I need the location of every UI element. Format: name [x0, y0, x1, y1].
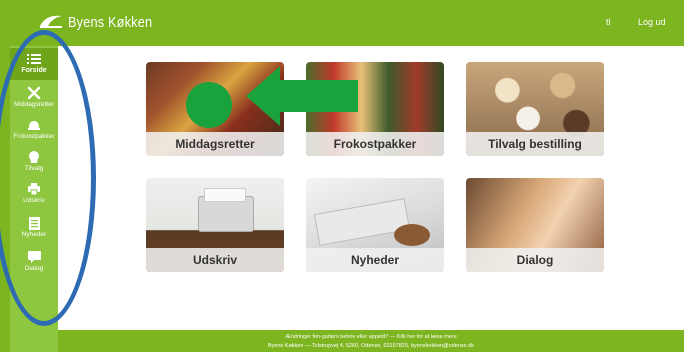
sidebar-item-forside[interactable]: Forside: [10, 48, 58, 80]
tile-tilvalg-bestilling[interactable]: Tilvalg bestilling: [466, 62, 604, 156]
sidebar-item-dialog[interactable]: Dialog: [10, 246, 58, 278]
sidebar-item-nyheder[interactable]: Nyheder: [10, 212, 58, 244]
cutlery-icon: [27, 86, 41, 100]
tile-label: Nyheder: [306, 248, 444, 272]
sidebar-item-label: Middagsretter: [14, 101, 54, 108]
sidebar-item-udskriv[interactable]: Udskriv: [10, 178, 58, 210]
tile-label: Frokostpakker: [306, 132, 444, 156]
tile-dialog[interactable]: Dialog: [466, 178, 604, 272]
chat-icon: [27, 250, 41, 264]
logo-icon: [40, 15, 62, 28]
sidebar: Forside Middagsretter Frokostpakker Tilv…: [10, 46, 58, 352]
sidebar-item-middagsretter[interactable]: Middagsretter: [10, 82, 58, 114]
sidebar-item-label: Frokostpakker: [13, 133, 55, 140]
top-bar: Byens Køkken tl Log ud: [0, 0, 684, 46]
sidebar-item-frokostpakker[interactable]: Frokostpakker: [10, 114, 58, 146]
cupcake-icon: [28, 150, 40, 164]
sidebar-item-tilvalg[interactable]: Tilvalg: [10, 146, 58, 178]
tile-label: Middagsretter: [146, 132, 284, 156]
logout-link[interactable]: Log ud: [638, 17, 666, 27]
footer-address: Byens Køkken — Tolstrupvej 4, 5260, Oden…: [267, 343, 475, 349]
footer: Ændringer fen-gutters behov eller appeti…: [58, 330, 684, 352]
newspaper-icon: [28, 216, 40, 230]
tile-label: Udskriv: [146, 248, 284, 272]
printer-icon: [28, 182, 40, 196]
app-title: Byens Køkken: [68, 14, 153, 31]
tile-udskriv[interactable]: Udskriv: [146, 178, 284, 272]
sidebar-item-label: Dialog: [24, 265, 44, 272]
sidebar-item-label: Forside: [21, 67, 47, 74]
tile-nyheder[interactable]: Nyheder: [306, 178, 444, 272]
arrow-left-icon: [246, 66, 358, 126]
sidebar-item-label: Udskriv: [23, 197, 45, 204]
sidebar-item-label: Nyheder: [21, 231, 47, 238]
highlight-dot: [186, 82, 232, 128]
user-initials[interactable]: tl: [606, 17, 611, 27]
cloche-icon: [27, 118, 41, 132]
list-icon: [27, 52, 41, 66]
sidebar-item-label: Tilvalg: [24, 165, 44, 172]
edge-strip: [0, 46, 10, 352]
tile-label: Tilvalg bestilling: [466, 132, 604, 156]
footer-notice-link[interactable]: Ændringer fen-gutters behov eller appeti…: [58, 333, 684, 342]
tile-label: Dialog: [466, 248, 604, 272]
